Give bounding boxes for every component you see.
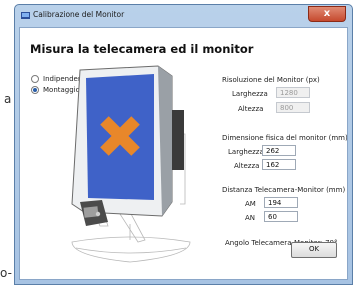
resolution-width-label: Larghezza <box>232 90 268 98</box>
calibration-dialog: Calibrazione del Monitor x Misura la tel… <box>14 4 353 285</box>
resolution-title: Risoluzione del Monitor (px) <box>222 76 320 84</box>
distance-an-label: AN <box>245 214 256 222</box>
resolution-height-input[interactable] <box>276 102 310 113</box>
physical-height-label: Altezza <box>234 162 260 170</box>
radio-montaggio-vesa-button[interactable] <box>31 86 39 94</box>
resolution-width-input[interactable] <box>276 87 310 98</box>
resolution-height-label: Altezza <box>238 105 264 113</box>
physical-height-input[interactable] <box>262 159 296 170</box>
distance-am-input[interactable] <box>264 197 298 208</box>
distance-am-label: AM <box>245 200 256 208</box>
physical-width-label: Larghezza <box>228 148 264 156</box>
physical-width-input[interactable] <box>262 145 296 156</box>
page-title: Misura la telecamera ed il monitor <box>30 42 254 56</box>
ok-button[interactable]: OK <box>291 242 337 258</box>
distance-title: Distanza Telecamera-Monitor (mm) <box>222 186 346 194</box>
title-bar[interactable]: Calibrazione del Monitor x <box>15 5 352 27</box>
distance-an-input[interactable] <box>264 211 298 222</box>
close-button[interactable]: x <box>308 6 346 22</box>
radio-indipendente-button[interactable] <box>31 75 39 83</box>
physical-size-title: Dimensione fisica del monitor (mm) <box>222 134 348 142</box>
window-title: Calibrazione del Monitor <box>33 10 125 19</box>
background-text-left: a <box>4 92 12 106</box>
app-icon <box>21 12 30 19</box>
dialog-content: Misura la telecamera ed il monitor Indip… <box>19 27 348 280</box>
monitor-back-bracket <box>172 110 184 170</box>
background-text-bottom: o- <box>0 266 12 280</box>
monitor-illustration <box>71 65 191 263</box>
